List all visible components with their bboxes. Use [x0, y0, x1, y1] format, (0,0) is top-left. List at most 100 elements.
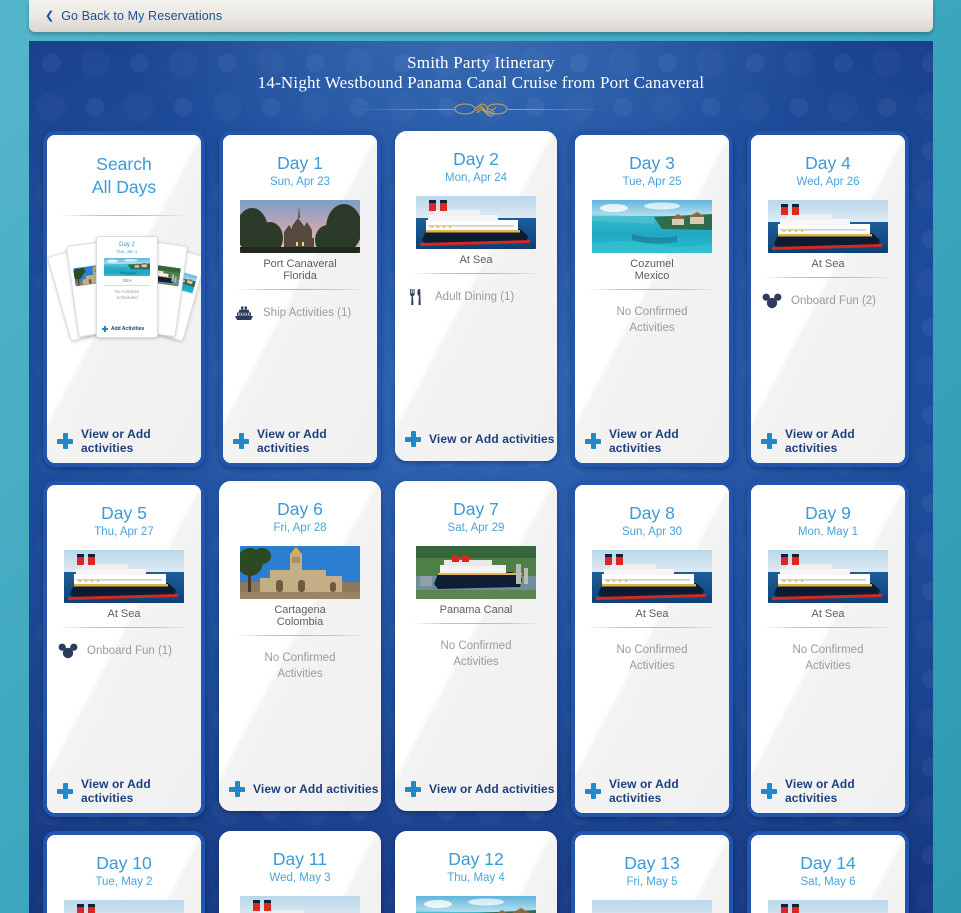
fanned-card-front: Day 2 Tue, Jan 1 SEA No Activities Sched…	[96, 236, 158, 338]
plus-icon	[57, 783, 73, 799]
day-card[interactable]: Day 4 Wed, Apr 26 At Sea Onboard Fun (2)…	[747, 131, 909, 467]
day-date-label: Sun, Apr 23	[269, 176, 331, 188]
day-card[interactable]: Day 5 Thu, Apr 27 At Sea Onboard Fun (1)…	[43, 481, 205, 817]
day-number-label: Day 5	[101, 503, 147, 523]
day-location: At Sea	[575, 603, 729, 620]
view-or-add-activities-button[interactable]: View or Add activities	[223, 419, 377, 463]
cruise-subtitle: 14-Night Westbound Panama Canal Cruise f…	[257, 73, 705, 92]
day-number-label: Day 11	[272, 849, 328, 869]
day-location-primary: At Sea	[811, 608, 845, 620]
day-location-primary: Panama Canal	[439, 604, 513, 616]
ship-icon	[235, 306, 253, 320]
cta-label: View or Add activities	[429, 432, 555, 446]
day-date-label: Thu, May 4	[447, 872, 505, 884]
day-thumbnail-image	[768, 200, 888, 253]
day-number-label: Day 10	[96, 853, 152, 873]
card-divider	[236, 289, 364, 290]
day-date-label: Wed, Apr 26	[796, 176, 860, 188]
view-or-add-activities-button[interactable]: View or Add activities	[395, 417, 557, 461]
day-card[interactable]: Day 12 Thu, May 4 No Confir	[395, 831, 557, 913]
day-date-label: Wed, May 3	[269, 872, 331, 884]
flourish-ornament-icon	[454, 103, 508, 117]
day-number-label: Day 1	[277, 153, 323, 173]
activity-row[interactable]: Adult Dining (1)	[405, 287, 557, 307]
day-number-label: Day 3	[629, 153, 675, 173]
no-confirmed-activities: No Confirmed Activities	[440, 640, 512, 668]
day-number-label: Day 8	[629, 503, 675, 523]
search-card-title: Search All Days	[47, 135, 201, 199]
cta-label: View or Add activities	[785, 427, 855, 455]
cta-label: View or Add activities	[429, 782, 555, 796]
day-location-primary: At Sea	[635, 608, 669, 620]
day-card[interactable]: Day 1 Sun, Apr 23 Port Canaveral Florida…	[219, 131, 381, 467]
day-number-label: Day 12	[448, 849, 504, 869]
day-card[interactable]: Day 2 Mon, Apr 24 At Sea Adult Dining (1…	[395, 131, 557, 461]
search-title-line1: Search	[96, 154, 152, 174]
chevron-left-icon: ❮	[45, 9, 55, 22]
plus-icon	[233, 433, 249, 449]
day-card[interactable]: Day 8 Sun, Apr 30 At Sea No Confirmed Ac…	[571, 481, 733, 817]
day-card[interactable]: Day 3 Tue, Apr 25 Cozumel Mexico No Conf…	[571, 131, 733, 467]
day-date-label: Mon, May 1	[797, 526, 859, 538]
day-location-secondary: Mexico	[634, 270, 670, 282]
plus-icon	[57, 433, 73, 449]
page-title: Smith Party Itinerary 14-Night Westbound…	[29, 41, 933, 117]
view-or-add-activities-button[interactable]: View or Add activities	[395, 767, 557, 811]
ship-icon	[233, 303, 255, 323]
day-date-label: Thu, Apr 27	[94, 526, 154, 538]
activity-row[interactable]: Ship Activities (1)	[233, 303, 377, 323]
go-back-to-my-reservations-link[interactable]: ❮ Go Back to My Reservations	[45, 9, 222, 23]
cta-label: View or Add activities	[609, 427, 679, 455]
party-itinerary-title: Smith Party Itinerary	[407, 53, 555, 72]
activity-row[interactable]: Onboard Fun (1)	[57, 641, 201, 661]
activity-row[interactable]: Onboard Fun (2)	[761, 291, 905, 311]
day-thumbnail-image	[592, 550, 712, 603]
day-date-label: Tue, May 2	[95, 876, 153, 888]
day-thumbnail-image	[240, 200, 360, 253]
day-date-label: Fri, May 5	[626, 876, 678, 888]
day-location: Cozumel Mexico	[575, 253, 729, 282]
day-card[interactable]: Day 13 Fri, May 5 No Confirmed Activitie…	[571, 831, 733, 913]
no-confirmed-activities: No Confirmed Activities	[264, 652, 336, 680]
view-or-add-activities-button[interactable]: View or Add activities	[575, 769, 729, 813]
view-or-add-activities-button[interactable]: View or Add activities	[751, 419, 905, 463]
day-card[interactable]: Day 6 Fri, Apr 28 Cartagena Colombia No …	[219, 481, 381, 811]
search-all-days-card[interactable]: Search All Days Day 2 Tue, Jan 1 SEA No …	[43, 131, 205, 467]
no-confirmed-activities: No Confirmed Activities	[792, 644, 864, 672]
day-card[interactable]: Day 7 Sat, Apr 29 Panama Canal No Confir…	[395, 481, 557, 811]
day-thumbnail-image	[768, 550, 888, 603]
day-location-primary: Cartagena	[274, 604, 326, 616]
view-or-add-activities-button[interactable]: View or Add activities	[575, 419, 729, 463]
day-location: Panama Canal	[395, 599, 557, 616]
day-date-label: Sun, Apr 30	[621, 526, 683, 538]
mini-card-add-activities: Add Activities	[102, 326, 144, 332]
day-card[interactable]: Day 11 Wed, May 3	[219, 831, 381, 913]
cta-label: View or Add activities	[785, 777, 855, 805]
day-number-label: Day 7	[453, 499, 499, 519]
view-or-add-activities-button[interactable]: View or Add activities	[751, 769, 905, 813]
activity-label: Onboard Fun (1)	[87, 645, 173, 657]
mini-card-no-activities: No Activities Scheduled	[114, 289, 140, 300]
day-location: Port Canaveral Florida	[223, 253, 377, 282]
day-number-label: Day 9	[805, 503, 851, 523]
dining-icon	[410, 289, 421, 305]
day-date-label: Sat, Apr 29	[447, 522, 505, 534]
search-card-divider	[60, 215, 188, 216]
day-card[interactable]: Day 9 Mon, May 1 At Sea No Confirmed Act…	[747, 481, 909, 817]
day-date-label: Tue, Apr 25	[622, 176, 682, 188]
plus-icon	[229, 781, 245, 797]
mickey-icon	[57, 641, 79, 661]
view-or-add-activities-button[interactable]: View or Add activities	[47, 769, 201, 813]
plus-icon	[585, 433, 601, 449]
day-number-label: Day 4	[805, 153, 851, 173]
view-or-add-activities-button[interactable]: View or Add activities	[219, 767, 381, 811]
mickey-icon	[762, 293, 782, 309]
card-divider	[764, 277, 892, 278]
day-number-label: Day 2	[453, 149, 499, 169]
day-card[interactable]: Day 14 Sat, May 6	[747, 831, 909, 913]
card-divider	[412, 273, 540, 274]
itinerary-day-grid: Search All Days Day 2 Tue, Jan 1 SEA No …	[29, 131, 933, 913]
search-view-or-add-activities-button[interactable]: View or Add activities	[47, 419, 201, 463]
activity-label: Adult Dining (1)	[435, 291, 515, 303]
day-card[interactable]: Day 10 Tue, May 2	[43, 831, 205, 913]
